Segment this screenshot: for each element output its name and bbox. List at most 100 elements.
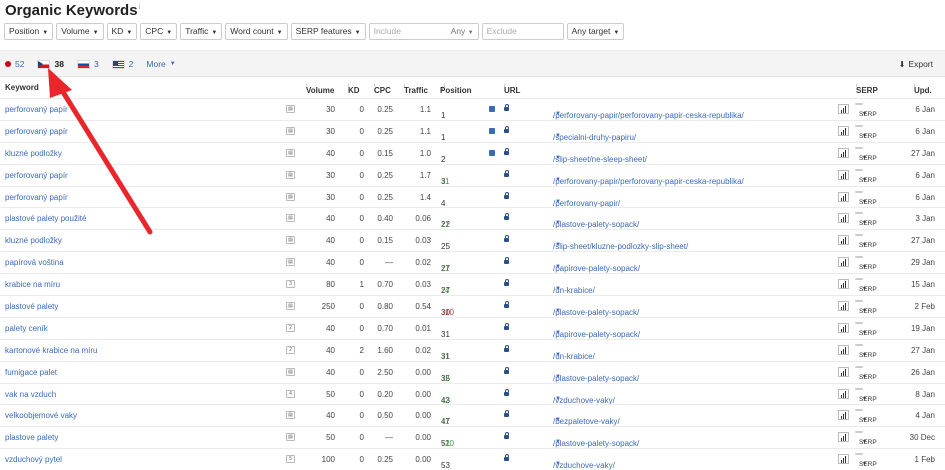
serp-button[interactable]: SERP ▼	[855, 124, 877, 140]
serp-button[interactable]: SERP ▼	[855, 365, 877, 381]
caret-down-icon: ▼	[862, 395, 867, 402]
bar-chart-icon[interactable]	[838, 125, 849, 136]
serp-button[interactable]: SERP ▼	[855, 168, 877, 184]
keyword-link[interactable]: papírová voština	[5, 258, 64, 267]
country-tab-all[interactable]: 52	[5, 59, 24, 69]
col-serp[interactable]: SERP i	[856, 83, 878, 95]
bar-chart-icon[interactable]	[838, 257, 849, 268]
bar-chart-icon[interactable]	[838, 213, 849, 224]
exclude-input[interactable]: Exclude	[481, 23, 564, 40]
bar-chart-icon[interactable]	[838, 432, 849, 443]
country-tab-us[interactable]: 2	[111, 59, 133, 69]
keyword-link[interactable]: krabice na míru	[5, 280, 60, 289]
country-tab-cz[interactable]: 38	[37, 59, 64, 69]
keyword-serp-icon[interactable]: ▤	[286, 105, 295, 113]
serp-button[interactable]: SERP ▼	[855, 234, 877, 249]
bar-chart-icon[interactable]	[838, 410, 849, 421]
bar-chart-icon[interactable]	[838, 322, 849, 333]
keyword-link[interactable]: plastove palety	[5, 433, 58, 442]
keyword-link[interactable]: velkoobjemové vaky	[5, 411, 77, 420]
bar-chart-icon[interactable]	[838, 104, 849, 114]
keyword-link[interactable]: fumigace palet	[5, 368, 57, 377]
keyword-link[interactable]: plastové palety	[5, 302, 58, 311]
keyword-serp-icon[interactable]: ▤	[286, 126, 295, 135]
serp-button[interactable]: SERP ▼	[855, 256, 877, 271]
keyword-link[interactable]: kluzné podložky	[5, 149, 62, 158]
kd-value: 0	[359, 126, 364, 136]
keyword-serp-icon[interactable]: ▤	[286, 367, 295, 376]
bar-chart-icon[interactable]	[838, 235, 849, 246]
keyword-serp-icon[interactable]: ▤	[286, 170, 295, 179]
serp-button[interactable]: SERP ▼	[855, 387, 877, 403]
serp-button[interactable]: SERP ▼	[855, 212, 877, 227]
keyword-serp-icon[interactable]: ▤	[286, 192, 295, 201]
serp-button[interactable]: SERP ▼	[855, 103, 877, 118]
keyword-serp-icon[interactable]: 2	[286, 345, 295, 354]
bar-chart-icon[interactable]	[838, 147, 849, 158]
col-traffic[interactable]: Traffic i	[404, 83, 428, 95]
serp-button[interactable]: SERP ▼	[855, 300, 877, 315]
target-select[interactable]: Any target ▼	[566, 23, 625, 40]
col-position[interactable]: Position ↓i	[440, 83, 472, 95]
serp-button[interactable]: SERP ▼	[855, 409, 877, 424]
serp-button[interactable]: SERP ▼	[855, 343, 877, 359]
export-button[interactable]: ⬇ Export	[899, 59, 933, 69]
serp-button[interactable]: SERP ▼	[855, 278, 877, 293]
bar-chart-icon[interactable]	[838, 366, 849, 377]
table-row: krabice na míru 3 80 1 0.70 0.03 27 ↑4/un-krab…	[0, 273, 945, 295]
filter-serp-features[interactable]: SERP features ▼	[290, 23, 366, 40]
filter-kd[interactable]: KD ▼	[106, 23, 138, 40]
keyword-link[interactable]: perforovaný papír	[5, 127, 68, 136]
filter-traffic[interactable]: Traffic ▼	[180, 23, 223, 40]
keyword-serp-icon[interactable]: ▤	[286, 411, 295, 420]
country-tab-sk[interactable]: 3	[76, 59, 99, 69]
keyword-serp-icon[interactable]: ▤	[286, 433, 295, 442]
serp-button[interactable]: SERP ▼	[855, 190, 877, 206]
col-cpc[interactable]: CPC i	[374, 83, 391, 95]
filter-word-count[interactable]: Word count ▼	[225, 23, 288, 40]
keyword-serp-icon[interactable]: ▤	[286, 236, 295, 245]
keyword-serp-icon[interactable]: 3	[286, 280, 295, 289]
keyword-serp-icon[interactable]: ▤	[286, 148, 295, 157]
caret-down-icon: ▼	[169, 61, 176, 67]
col-keyword[interactable]: Keyword	[5, 83, 39, 92]
keyword-serp-icon[interactable]: ▤	[286, 258, 295, 267]
keyword-serp-icon[interactable]: 2	[286, 323, 295, 332]
keyword-link[interactable]: perforovaný papír	[5, 171, 68, 180]
keyword-link[interactable]: kluzné podložky	[5, 236, 62, 245]
col-upd[interactable]: Upd. i	[914, 83, 932, 95]
bar-chart-icon[interactable]	[838, 344, 849, 355]
keyword-serp-icon[interactable]: ▤	[286, 302, 295, 311]
serp-button[interactable]: SERP ▼	[855, 146, 877, 162]
filter-position[interactable]: Position ▼	[4, 23, 54, 40]
col-volume[interactable]: Volume i	[306, 83, 334, 95]
caret-down-icon: ▼	[555, 154, 561, 161]
col-kd[interactable]: KD i	[348, 83, 360, 95]
keyword-link[interactable]: kartonové krabice na míru	[5, 346, 98, 355]
filter-volume[interactable]: Volume ▼	[56, 23, 104, 40]
include-scope-select[interactable]: Any ▼	[451, 24, 474, 39]
keyword-serp-icon[interactable]: 5	[286, 455, 295, 464]
bar-chart-icon[interactable]	[838, 169, 849, 180]
serp-button[interactable]: SERP ▼	[855, 321, 877, 337]
keyword-link[interactable]: plastové palety použité	[5, 214, 86, 223]
volume-value: 30	[326, 105, 335, 114]
bar-chart-icon[interactable]	[838, 301, 849, 312]
more-countries-button[interactable]: More ▼	[146, 59, 175, 69]
keyword-serp-icon[interactable]: ▤	[286, 214, 295, 223]
filter-cpc[interactable]: CPC ▼	[140, 23, 178, 40]
keyword-link[interactable]: vak na vzduch	[5, 390, 56, 399]
bar-chart-icon[interactable]	[838, 454, 849, 465]
keyword-serp-icon[interactable]: 4	[286, 389, 295, 398]
bar-chart-icon[interactable]	[838, 191, 849, 202]
keyword-link[interactable]: perforovaný papír	[5, 193, 68, 202]
bar-chart-icon[interactable]	[838, 388, 849, 399]
serp-button[interactable]: SERP ▼	[855, 431, 877, 446]
keyword-link[interactable]: perforovaný papír	[5, 105, 68, 114]
caret-down-icon: ▼	[862, 351, 867, 358]
keyword-link[interactable]: palety ceník	[5, 324, 48, 333]
bar-chart-icon[interactable]	[838, 279, 849, 290]
col-url[interactable]: URL i	[504, 83, 520, 95]
include-input[interactable]: Include Any ▼	[368, 23, 479, 40]
keyword-link[interactable]: vzduchový pytel	[5, 455, 62, 464]
